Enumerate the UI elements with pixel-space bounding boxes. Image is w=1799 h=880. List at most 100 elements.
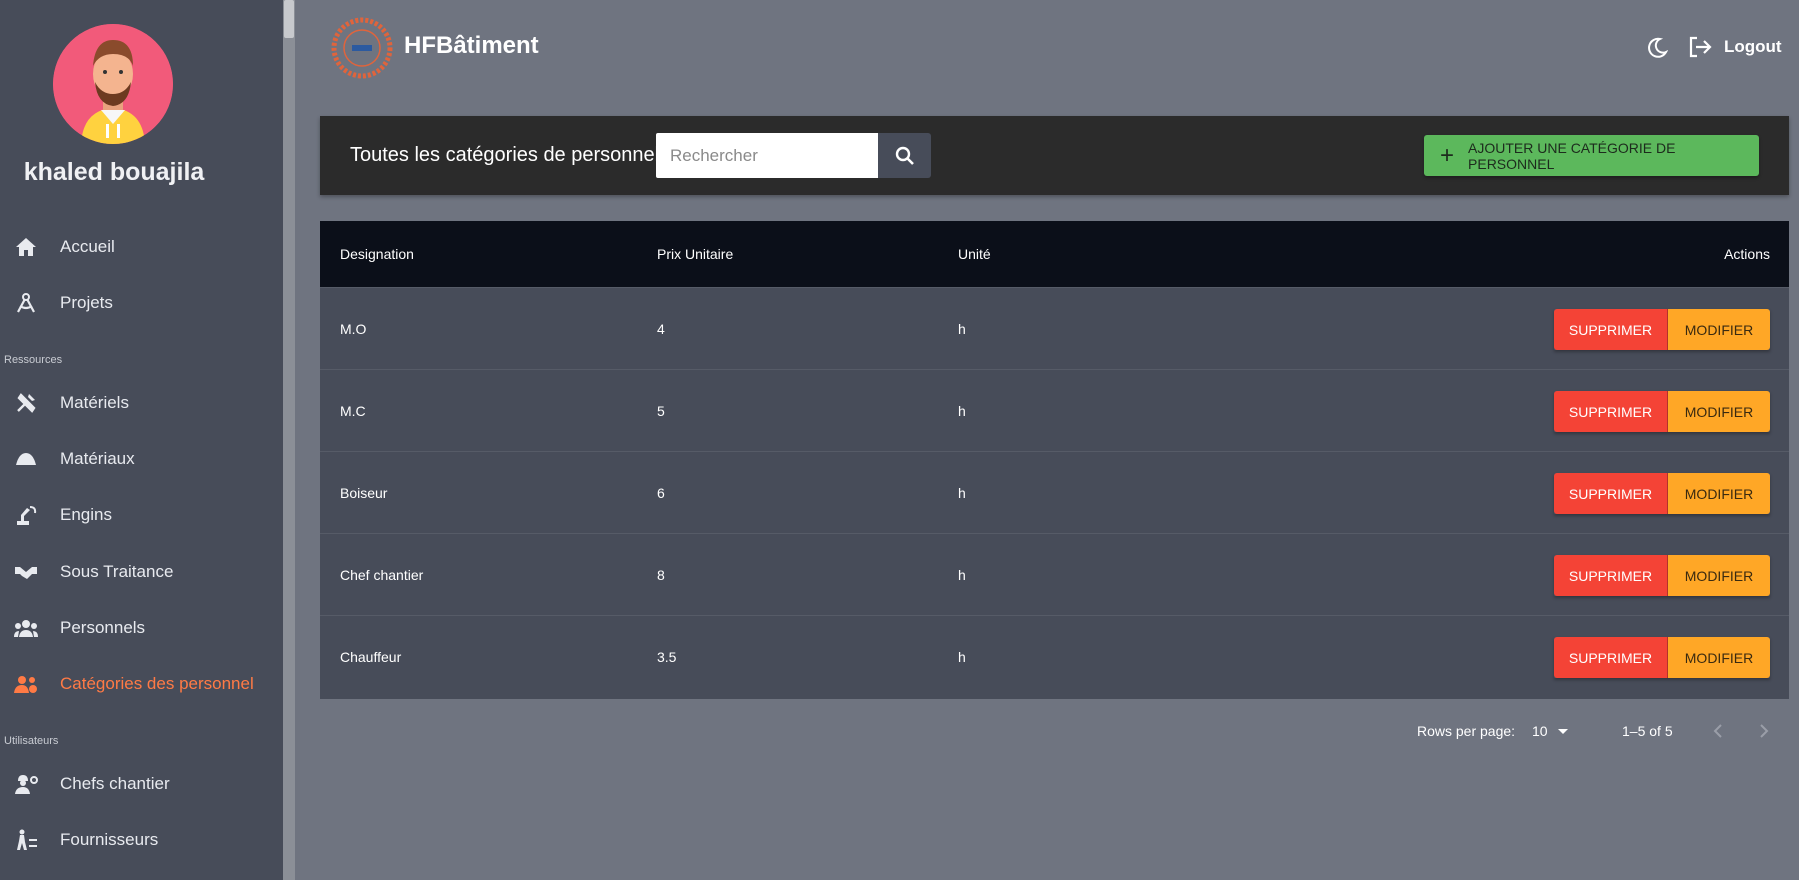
sidebar-item-engins[interactable]: Engins: [0, 493, 283, 537]
cell-designation: M.C: [340, 403, 366, 419]
sidebar: khaled bouajila Accueil Projets Ressourc…: [0, 0, 283, 880]
sidebar-item-label: Personnels: [60, 618, 146, 637]
sidebar-item-fournisseurs[interactable]: Fournisseurs: [0, 818, 283, 862]
cell-prix: 4: [657, 321, 665, 337]
logout-icon: [1689, 36, 1712, 58]
sidebar-item-label: Chefs chantier: [60, 774, 170, 793]
search-input[interactable]: [656, 133, 878, 178]
cell-designation: M.O: [340, 321, 367, 337]
cell-prix: 5: [657, 403, 665, 419]
row-actions: SUPPRIMER MODIFIER: [1554, 473, 1770, 514]
sidebar-item-projets[interactable]: Projets: [0, 281, 283, 325]
excavator-icon: [14, 503, 38, 527]
sidebar-item-materiels[interactable]: Matériels: [0, 381, 283, 425]
user-name: khaled bouajila: [23, 158, 205, 186]
scrollbar-thumb[interactable]: [284, 0, 294, 38]
moon-icon: [1648, 37, 1668, 58]
tools-icon: [14, 391, 38, 415]
pagination-range: 1–5 of 5: [1622, 723, 1673, 739]
edit-button[interactable]: MODIFIER: [1668, 555, 1770, 596]
add-category-button[interactable]: + AJOUTER UNE CATÉGORIE DE PERSONNEL: [1424, 135, 1759, 176]
edit-button[interactable]: MODIFIER: [1668, 309, 1770, 350]
cell-unite: h: [958, 649, 966, 665]
toolbar: Toutes les catégories de personnel + AJO…: [320, 116, 1789, 195]
cell-designation: Boiseur: [340, 485, 388, 501]
column-header-actions: Actions: [1724, 246, 1770, 262]
chevron-left-icon: [1713, 724, 1722, 738]
sidebar-scrollbar[interactable]: [283, 0, 295, 880]
delete-button[interactable]: SUPPRIMER: [1554, 309, 1668, 350]
row-actions: SUPPRIMER MODIFIER: [1554, 637, 1770, 678]
table-row: Boiseur 6 h SUPPRIMER MODIFIER: [320, 451, 1789, 533]
sidebar-item-label: Matériels: [60, 393, 129, 412]
worker-icon: [14, 772, 38, 796]
section-label-ressources: Ressources: [4, 354, 63, 366]
column-header-prix[interactable]: Prix Unitaire: [657, 246, 733, 262]
brand-name: HFBâtiment: [404, 32, 539, 59]
sidebar-item-label: Catégories des personnel: [60, 674, 254, 693]
sidebar-item-materiaux[interactable]: Matériaux: [0, 437, 283, 481]
supplier-icon: [14, 828, 38, 852]
delete-button[interactable]: SUPPRIMER: [1554, 473, 1668, 514]
handshake-icon: [14, 560, 38, 584]
theme-toggle-button[interactable]: [1643, 34, 1671, 62]
sidebar-item-label: Projets: [60, 293, 113, 312]
table-row: M.O 4 h SUPPRIMER MODIFIER: [320, 287, 1789, 369]
pile-icon: [14, 447, 38, 471]
table-row: Chauffeur 3.5 h SUPPRIMER MODIFIER: [320, 615, 1789, 697]
caret-down-icon: [1557, 728, 1568, 734]
chevron-right-icon: [1760, 724, 1769, 738]
delete-button[interactable]: SUPPRIMER: [1554, 555, 1668, 596]
search-button[interactable]: [878, 133, 931, 178]
column-header-unite[interactable]: Unité: [958, 246, 991, 262]
categories-table: Designation Prix Unitaire Unité Actions …: [320, 221, 1789, 699]
avatar: [53, 24, 173, 144]
sidebar-item-categories-personnel[interactable]: Catégories des personnel: [0, 662, 283, 706]
people-icon: [14, 616, 38, 640]
cell-prix: 8: [657, 567, 665, 583]
next-page-button[interactable]: [1752, 718, 1776, 744]
cell-designation: Chauffeur: [340, 649, 402, 665]
edit-button[interactable]: MODIFIER: [1668, 391, 1770, 432]
column-header-designation[interactable]: Designation: [340, 246, 414, 262]
rows-per-page-select[interactable]: 10: [1532, 718, 1576, 744]
table-header: Designation Prix Unitaire Unité Actions: [320, 221, 1789, 287]
sidebar-item-accueil[interactable]: Accueil: [0, 225, 283, 269]
sidebar-item-sous-traitance[interactable]: Sous Traitance: [0, 550, 283, 594]
row-actions: SUPPRIMER MODIFIER: [1554, 391, 1770, 432]
page-title: Toutes les catégories de personnel: [350, 144, 660, 166]
sidebar-item-label: Sous Traitance: [60, 562, 174, 581]
plus-icon: +: [1440, 141, 1455, 169]
edit-button[interactable]: MODIFIER: [1668, 637, 1770, 678]
app-root: khaled bouajila Accueil Projets Ressourc…: [0, 0, 1799, 880]
home-icon: [14, 235, 38, 259]
rows-per-page-label: Rows per page:: [1417, 723, 1516, 739]
row-actions: SUPPRIMER MODIFIER: [1554, 309, 1770, 350]
search-icon: [895, 146, 914, 165]
sidebar-item-label: Engins: [60, 505, 112, 524]
edit-button[interactable]: MODIFIER: [1668, 473, 1770, 514]
logout-button[interactable]: Logout: [1688, 32, 1782, 62]
brand-logo: [330, 16, 394, 80]
cell-unite: h: [958, 567, 966, 583]
sidebar-item-label: Matériaux: [60, 449, 135, 468]
delete-button[interactable]: SUPPRIMER: [1554, 391, 1668, 432]
sidebar-item-personnels[interactable]: Personnels: [0, 606, 283, 650]
logout-label: Logout: [1724, 37, 1782, 56]
compass-icon: [14, 291, 38, 315]
table-row: Chef chantier 8 h SUPPRIMER MODIFIER: [320, 533, 1789, 615]
delete-button[interactable]: SUPPRIMER: [1554, 637, 1668, 678]
row-actions: SUPPRIMER MODIFIER: [1554, 555, 1770, 596]
add-category-label: AJOUTER UNE CATÉGORIE DE PERSONNEL: [1468, 139, 1676, 172]
rows-per-page-value: 10: [1532, 723, 1548, 739]
cell-unite: h: [958, 403, 966, 419]
table-row: M.C 5 h SUPPRIMER MODIFIER: [320, 369, 1789, 451]
previous-page-button[interactable]: [1706, 718, 1730, 744]
cell-prix: 3.5: [657, 649, 677, 665]
cell-unite: h: [958, 321, 966, 337]
cell-unite: h: [958, 485, 966, 501]
sidebar-item-label: Fournisseurs: [60, 830, 159, 849]
cell-designation: Chef chantier: [340, 567, 424, 583]
sidebar-item-chefs-chantier[interactable]: Chefs chantier: [0, 762, 283, 806]
cell-prix: 6: [657, 485, 665, 501]
